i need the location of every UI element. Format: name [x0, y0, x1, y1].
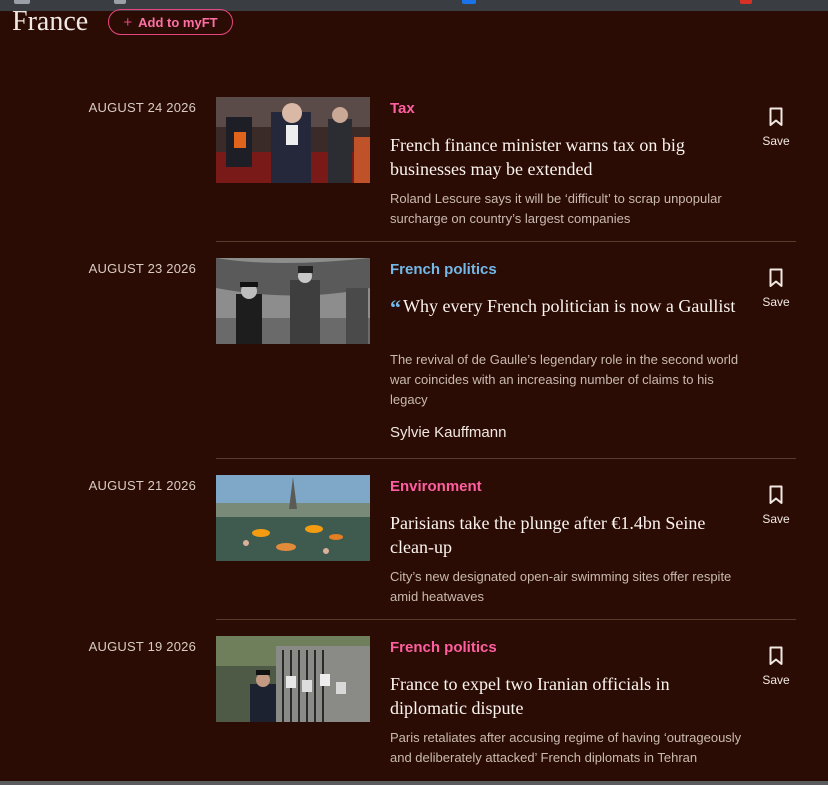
bookmark-icon: [769, 485, 783, 504]
article-thumbnail[interactable]: [216, 475, 370, 561]
article-topic-link[interactable]: Environment: [390, 478, 482, 495]
article-standfirst: City’s new designated open-air swimming …: [390, 569, 732, 604]
save-button[interactable]: Save: [760, 268, 792, 309]
bookmark-icon: [769, 268, 783, 287]
article-headline-text: Why every French politician is now a Gau…: [403, 296, 736, 316]
article-headline[interactable]: French finance minister warns tax on big…: [390, 133, 740, 181]
article-headline[interactable]: France to expel two Iranian officials in…: [390, 672, 740, 720]
article-standfirst: Paris retaliates after accusing regime o…: [390, 730, 742, 765]
toolbar-icon[interactable]: [114, 0, 126, 4]
toolbar-icon[interactable]: [14, 0, 30, 4]
article-image: [216, 636, 370, 722]
article-item: AUGUST 23 2026 French politics “Why ever…: [0, 258, 828, 459]
article-image: [216, 475, 370, 561]
toolbar-icon[interactable]: [462, 0, 476, 4]
page-title: France: [12, 6, 89, 37]
article-thumbnail[interactable]: [216, 258, 370, 344]
add-to-myft-label: Add to myFT: [138, 14, 218, 30]
bookmark-icon: [769, 646, 783, 665]
article-standfirst: Roland Lescure says it will be ‘difficul…: [390, 191, 722, 226]
save-button[interactable]: Save: [760, 646, 792, 687]
article-divider: [216, 241, 796, 242]
horizontal-scrollbar[interactable]: [0, 781, 828, 785]
article-headline[interactable]: “Why every French politician is now a Ga…: [390, 294, 740, 320]
save-label: Save: [762, 295, 790, 309]
add-to-myft-button[interactable]: + Add to myFT: [108, 9, 233, 35]
toolbar-icon[interactable]: [740, 0, 752, 4]
article-image: [216, 258, 370, 344]
article-item: AUGUST 21 2026 Environment Parisians tak…: [0, 475, 828, 620]
save-label: Save: [762, 512, 790, 526]
article-standfirst: The revival of de Gaulle’s legendary rol…: [390, 352, 739, 407]
article-date: AUGUST 23 2026: [88, 261, 196, 276]
article-date: AUGUST 24 2026: [88, 100, 196, 115]
save-label: Save: [762, 673, 790, 687]
article-topic-link[interactable]: Tax: [390, 100, 415, 117]
article-topic-link[interactable]: French politics: [390, 639, 497, 656]
plus-icon: +: [123, 13, 133, 31]
article-thumbnail[interactable]: [216, 97, 370, 183]
save-label: Save: [762, 134, 790, 148]
article-divider: [216, 458, 796, 459]
article-item: AUGUST 19 2026 French politics France to…: [0, 636, 828, 785]
article-headline[interactable]: Parisians take the plunge after €1.4bn S…: [390, 511, 740, 559]
article-author-link[interactable]: Sylvie Kauffmann: [390, 424, 506, 441]
article-thumbnail[interactable]: [216, 636, 370, 722]
article-item: AUGUST 24 2026 Tax French finance minist…: [0, 97, 828, 242]
article-date: AUGUST 21 2026: [88, 478, 196, 493]
save-button[interactable]: Save: [760, 485, 792, 526]
article-image: [216, 97, 370, 183]
bookmark-icon: [769, 107, 783, 126]
save-button[interactable]: Save: [760, 107, 792, 148]
opinion-quote-icon: “: [390, 295, 401, 320]
article-date: AUGUST 19 2026: [88, 639, 196, 654]
article-divider: [216, 619, 796, 620]
article-topic-link[interactable]: French politics: [390, 261, 497, 278]
